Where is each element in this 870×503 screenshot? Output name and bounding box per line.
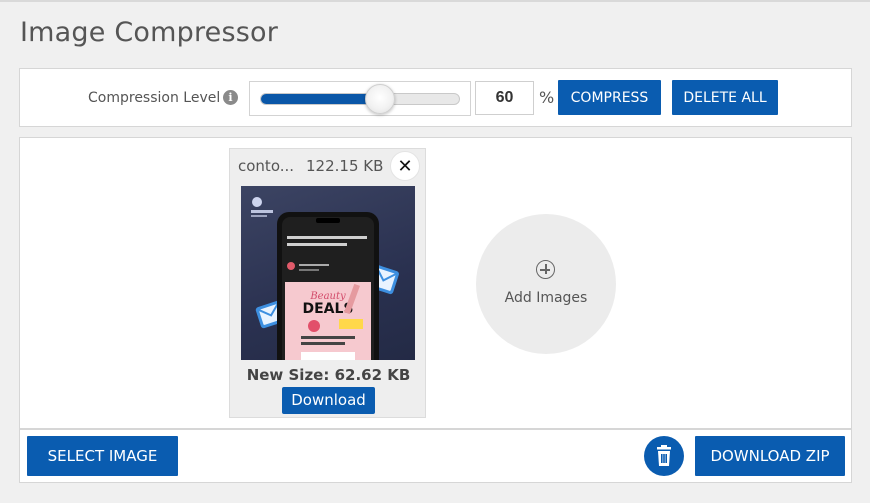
compress-button[interactable]: COMPRESS: [558, 80, 661, 115]
compression-level-input[interactable]: [475, 81, 534, 115]
top-border: [0, 0, 870, 2]
info-icon[interactable]: i: [223, 90, 238, 105]
image-original-size: 122.15 KB: [306, 157, 384, 175]
bottom-toolbar: SELECT IMAGE DOWNLOAD ZIP: [19, 429, 852, 483]
compression-slider[interactable]: [249, 81, 471, 116]
trash-glyph: [657, 445, 671, 466]
plus-circle-icon: [536, 260, 555, 279]
percent-sign: %: [539, 88, 555, 107]
image-new-size: New Size: 62.62 KB: [246, 366, 411, 384]
add-images-label: Add Images: [504, 290, 588, 306]
delete-all-button[interactable]: DELETE ALL: [672, 80, 778, 115]
compression-level-label: Compression Level: [88, 90, 221, 106]
thumbnail-illustration: Beauty DEALS: [251, 197, 399, 360]
trash-icon[interactable]: [644, 436, 684, 476]
settings-panel: Compression Level i % COMPRESS DELETE AL…: [19, 68, 852, 127]
select-image-button[interactable]: SELECT IMAGE: [27, 436, 178, 476]
slider-track[interactable]: [260, 93, 460, 105]
download-button[interactable]: Download: [282, 387, 375, 414]
download-zip-button[interactable]: DOWNLOAD ZIP: [695, 436, 845, 476]
image-list-area: conto... 122.15 KB ✕ Beauty DEALS New Si…: [19, 137, 852, 429]
image-thumbnail: Beauty DEALS: [241, 186, 415, 360]
close-icon[interactable]: ✕: [390, 151, 420, 181]
page-title: Image Compressor: [20, 17, 279, 48]
add-images-button[interactable]: Add Images: [476, 214, 616, 354]
slider-fill: [261, 94, 381, 104]
image-file-name: conto...: [238, 157, 295, 175]
slider-thumb[interactable]: [365, 84, 395, 114]
image-card: conto... 122.15 KB ✕ Beauty DEALS New Si…: [229, 148, 426, 418]
